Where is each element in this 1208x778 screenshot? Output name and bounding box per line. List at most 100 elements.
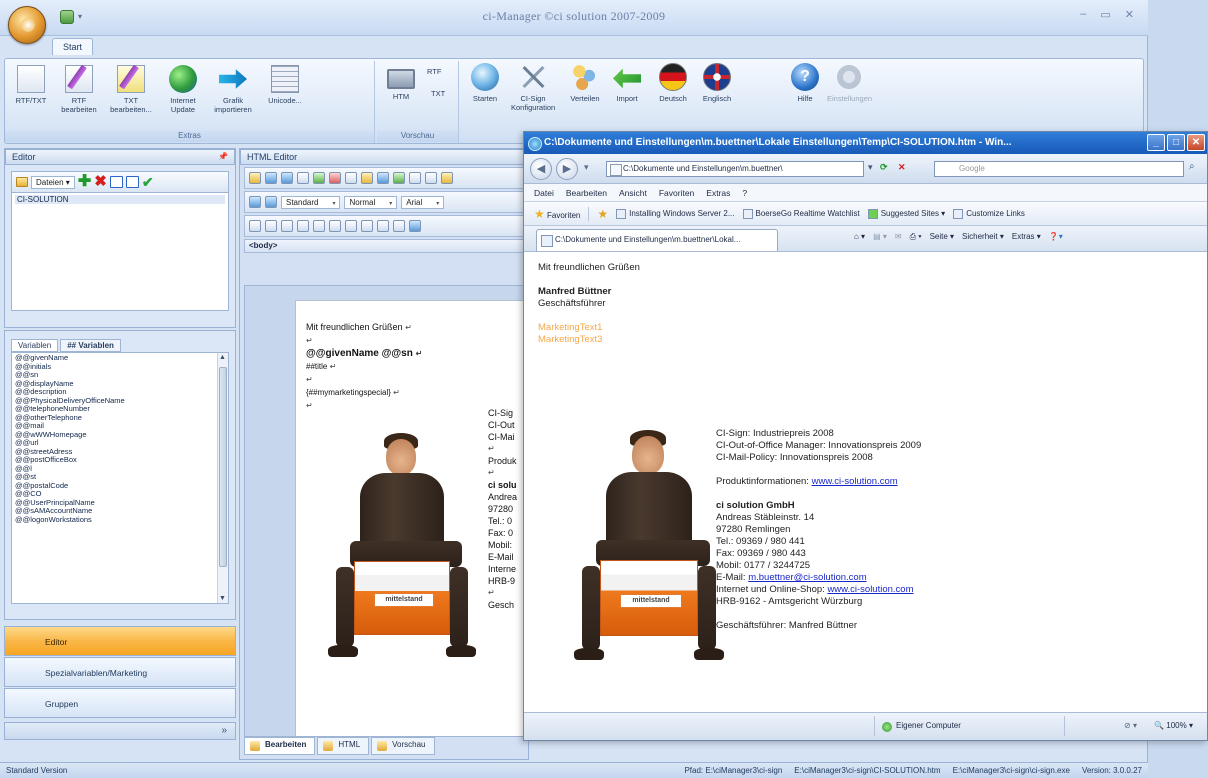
rename-file-icon[interactable]	[109, 176, 123, 188]
refresh-icon[interactable]: ⟳	[880, 162, 888, 173]
hilfe-button[interactable]: Hilfe	[783, 63, 827, 103]
align-right-icon[interactable]	[313, 220, 325, 232]
minimize-icon[interactable]: _	[1147, 134, 1165, 151]
favorite-link[interactable]: Suggested Sites ▾	[867, 208, 945, 219]
variables-scrollbar[interactable]: ▲ ▼	[217, 353, 228, 603]
txt-bearbeiten-button[interactable]: TXT bearbeiten...	[109, 65, 153, 114]
menu-ansicht[interactable]: Ansicht	[619, 184, 647, 201]
indent-icon[interactable]	[249, 220, 261, 232]
internet-update-button[interactable]: Internet Update	[161, 65, 205, 114]
txt-preview-button[interactable]: TXT	[431, 89, 445, 98]
format-painter-icon[interactable]	[249, 196, 261, 208]
maximize-icon[interactable]: ▭	[1100, 8, 1110, 21]
editor-page[interactable]: Mit freundlichen Grüßen ↵ ↵ @@givenName …	[295, 300, 523, 736]
favorite-link[interactable]: Installing Windows Server 2...	[616, 208, 735, 219]
scroll-down-icon[interactable]: ▼	[219, 595, 226, 602]
undo-icon[interactable]	[409, 172, 421, 184]
align-left-icon[interactable]	[281, 220, 293, 232]
tab-vorschau[interactable]: Vorschau	[371, 737, 435, 755]
merge-cells-icon[interactable]	[393, 220, 405, 232]
copy-icon[interactable]	[345, 172, 357, 184]
rtf-txt-button[interactable]: RTF/TXT	[9, 65, 53, 105]
list-item[interactable]: @@postalCode	[15, 481, 225, 491]
search-input[interactable]: Google	[934, 161, 1184, 177]
scroll-up-icon[interactable]: ▲	[219, 354, 226, 361]
menu-favoriten[interactable]: Favoriten	[659, 184, 694, 201]
history-dropdown-icon[interactable]: ▾	[584, 162, 589, 173]
englisch-button[interactable]: Englisch	[695, 63, 739, 103]
einstellungen-button[interactable]: Einstellungen	[827, 63, 872, 103]
nav-editor[interactable]: Editor	[4, 626, 236, 656]
menu-extras[interactable]: Extras	[706, 184, 730, 201]
minimize-icon[interactable]: –	[1080, 8, 1086, 21]
nav-gruppen[interactable]: Gruppen	[4, 688, 236, 718]
tab-start[interactable]: Start	[52, 38, 94, 55]
tab-bearbeiten[interactable]: Bearbeiten	[244, 737, 316, 755]
starten-button[interactable]: Starten	[463, 63, 507, 103]
search-icon[interactable]: ⌕	[1189, 161, 1203, 177]
image-icon[interactable]	[441, 172, 453, 184]
confirm-icon[interactable]: ✔	[142, 175, 154, 189]
zoom-button[interactable]: 🔍 100% ▾	[1154, 721, 1193, 730]
menu-sicherheit[interactable]: Sicherheit ▾	[962, 232, 1004, 242]
open-icon[interactable]	[265, 172, 277, 184]
cut-icon[interactable]	[329, 172, 341, 184]
back-arrow-icon[interactable]: ◀	[530, 158, 552, 180]
insert-row-icon[interactable]	[361, 220, 373, 232]
close-icon[interactable]: ✕	[1125, 8, 1134, 21]
tab-variablen[interactable]: Variablen	[11, 339, 59, 352]
favorite-link[interactable]: BoerseGo Realtime Watchlist	[742, 208, 860, 219]
list-item[interactable]: @@wWWHomepage	[15, 430, 225, 440]
deutsch-button[interactable]: Deutsch	[651, 63, 695, 103]
split-cells-icon[interactable]	[409, 220, 421, 232]
list-item[interactable]: @@l	[15, 464, 225, 474]
app-menu-button[interactable]	[8, 6, 46, 44]
product-link[interactable]: www.ci-solution.com	[812, 476, 898, 487]
tab-html[interactable]: HTML	[317, 737, 370, 755]
new-doc-icon[interactable]	[249, 172, 261, 184]
font-select[interactable]: Arial ▾	[401, 195, 445, 209]
mail-icon[interactable]: ✉	[895, 232, 902, 242]
list-item[interactable]: @@otherTelephone	[15, 413, 225, 423]
ci-sign-konfiguration-button[interactable]: CI-Sign Konfiguration	[511, 63, 555, 112]
rtf-bearbeiten-button[interactable]: RTF bearbeiten	[57, 65, 101, 114]
home-icon[interactable]: ⌂ ▾	[854, 232, 865, 242]
stop-icon[interactable]: ✕	[898, 162, 906, 173]
format-select[interactable]: Normal ▾	[344, 195, 398, 209]
menu-bearbeiten[interactable]: Bearbeiten	[566, 184, 607, 201]
copy-file-icon[interactable]	[125, 176, 139, 188]
scrollbar-thumb[interactable]	[219, 367, 227, 567]
editor-canvas[interactable]: Mit freundlichen Grüßen ↵ ↵ @@givenName …	[244, 285, 524, 737]
menu-help[interactable]: ?	[742, 184, 747, 201]
print-icon[interactable]: ⎙ ▾	[910, 232, 922, 242]
list-item[interactable]: @@postOfficeBox	[15, 455, 225, 465]
htm-preview-button[interactable]: HTM	[381, 65, 421, 101]
align-center-icon[interactable]	[297, 220, 309, 232]
favorite-link[interactable]: Customize Links	[953, 208, 1025, 219]
address-input[interactable]: C:\Dokumente und Einstellungen\m.buettne…	[606, 161, 864, 177]
help-icon[interactable]: ❓▾	[1049, 232, 1063, 242]
protected-mode-icon[interactable]: ⊘ ▾	[1124, 721, 1137, 730]
nav-spezialvariablen-marketing[interactable]: Spezialvariablen/Marketing	[4, 657, 236, 687]
table-icon[interactable]	[345, 220, 357, 232]
insert-column-icon[interactable]	[377, 220, 389, 232]
maximize-icon[interactable]: □	[1167, 134, 1185, 151]
grafik-importieren-button[interactable]: Grafik importieren	[211, 65, 255, 114]
outdent-icon[interactable]	[265, 220, 277, 232]
style-icon[interactable]	[265, 196, 277, 208]
save-icon[interactable]	[281, 172, 293, 184]
find-icon[interactable]	[377, 172, 389, 184]
rtf-preview-button[interactable]: RTF	[427, 67, 441, 76]
email-link[interactable]: m.buettner@ci-solution.com	[748, 572, 866, 583]
style-select[interactable]: Standard ▾	[281, 195, 341, 209]
justify-icon[interactable]	[329, 220, 341, 232]
pin-icon[interactable]: 📌	[218, 152, 228, 161]
import-button[interactable]: Import	[605, 63, 649, 103]
forward-arrow-icon[interactable]: ▶	[556, 158, 578, 180]
add-file-icon[interactable]: ✚	[78, 174, 91, 190]
unicode-button[interactable]: Unicode...	[263, 65, 307, 105]
print-icon[interactable]	[297, 172, 309, 184]
paste-icon[interactable]	[361, 172, 373, 184]
browser-tab[interactable]: C:\Dokumente und Einstellungen\m.buettne…	[536, 229, 778, 251]
chevron-right-icon[interactable]: »	[221, 725, 227, 736]
